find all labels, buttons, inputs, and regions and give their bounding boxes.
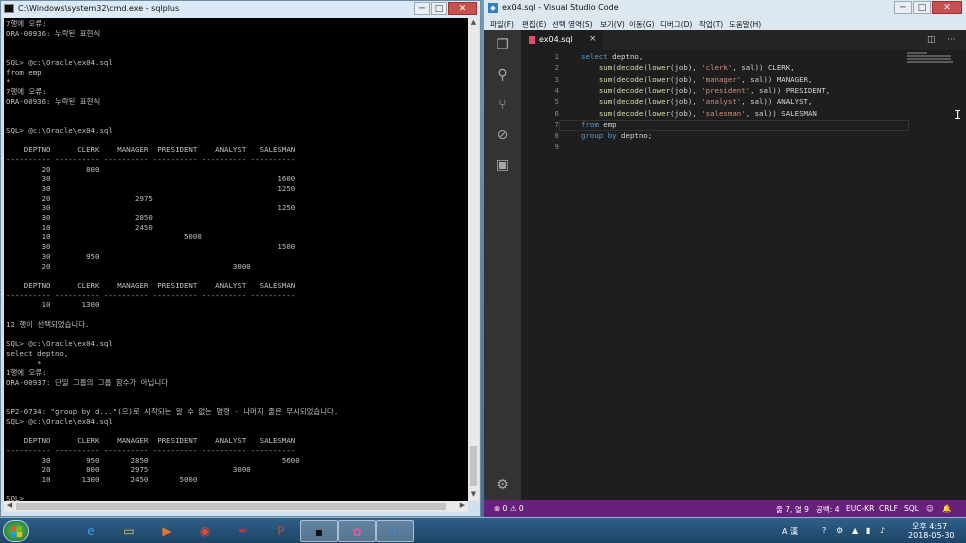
- tab-bar: ex04.sql × ◫ ···: [521, 30, 966, 50]
- cmd-vertical-scrollbar[interactable]: ▲ ▼: [468, 18, 479, 501]
- acrobat-icon[interactable]: ✒: [224, 520, 262, 542]
- system-tray: A 漢 ? ⚙ ▲ ▮ ♪ 오후 4:57 2018-05-30: [782, 520, 966, 542]
- chrome-icon[interactable]: ◉: [186, 520, 224, 542]
- menu-debug[interactable]: 디버그(D): [660, 19, 692, 30]
- status-bar: ⊗ 0 ⚠ 0 줄 7, 열 9 공백: 4 EUC-KR CRLF SQL ☺…: [484, 500, 966, 517]
- cmd-horizontal-scrollbar[interactable]: ◀ ▶: [4, 501, 468, 512]
- media-player-icon[interactable]: ▶: [148, 520, 186, 542]
- volume-icon[interactable]: ♪: [880, 526, 885, 535]
- vscode-minimize-button[interactable]: ─: [894, 1, 912, 14]
- cmd-icon[interactable]: ▪: [300, 520, 338, 542]
- code-line[interactable]: from emp: [581, 120, 617, 129]
- menu-view[interactable]: 보기(V): [600, 19, 625, 30]
- debug-icon[interactable]: ⊘: [493, 126, 512, 145]
- line-number: 9: [554, 142, 559, 152]
- extensions-icon[interactable]: ▣: [493, 156, 512, 175]
- code-line[interactable]: sum(decode(lower(job), 'analyst', sal)) …: [581, 97, 813, 106]
- settings-tray-icon[interactable]: ⚙: [836, 526, 843, 535]
- vscode-window[interactable]: ◆ ex04.sql - Visual Studio Code ─ □ ✕ 파일…: [484, 0, 966, 517]
- scroll-left-icon[interactable]: ◀: [4, 501, 15, 512]
- desktop: C:\Windows\system32\cmd.exe - sqlplus ─ …: [0, 0, 966, 543]
- line-number: 4: [554, 85, 559, 95]
- sql-file-icon: [529, 36, 535, 44]
- code-line[interactable]: sum(decode(lower(job), 'clerk', sal)) CL…: [581, 63, 795, 72]
- code-line[interactable]: sum(decode(lower(job), 'manager', sal)) …: [581, 75, 813, 84]
- line-number: 1: [554, 52, 559, 61]
- show-hidden-icons-icon[interactable]: ▲: [852, 526, 858, 535]
- network-icon[interactable]: ▮: [866, 526, 870, 535]
- line-number: 8: [554, 131, 559, 141]
- feedback-smiley-icon[interactable]: ☺: [926, 504, 934, 513]
- vscode-close-button[interactable]: ✕: [932, 1, 962, 14]
- files-icon[interactable]: ❐: [493, 36, 512, 55]
- problems-status[interactable]: ⊗ 0 ⚠ 0: [494, 504, 524, 513]
- line-number: 3: [554, 74, 559, 84]
- tab-ex04-sql[interactable]: ex04.sql ×: [521, 30, 603, 50]
- indentation-status[interactable]: 공백: 4: [816, 504, 839, 515]
- scrollbar-thumb[interactable]: [470, 446, 477, 486]
- cmd-titlebar[interactable]: C:\Windows\system32\cmd.exe - sqlplus ─ …: [1, 1, 480, 18]
- code-line[interactable]: sum(decode(lower(job), 'president', sal)…: [581, 86, 830, 95]
- line-number: 2: [554, 63, 559, 73]
- file-explorer-icon[interactable]: ▭: [110, 520, 148, 542]
- cmd-title: C:\Windows\system32\cmd.exe - sqlplus: [18, 4, 180, 13]
- vscode-icon[interactable]: ⟨⟩: [376, 520, 414, 542]
- tab-close-icon[interactable]: ×: [589, 34, 597, 44]
- line-number: 7: [554, 119, 559, 129]
- code-line[interactable]: sum(decode(lower(job), 'salesman', sal))…: [581, 109, 817, 118]
- eol-status[interactable]: CRLF: [879, 504, 898, 513]
- line-number: 5: [554, 97, 559, 107]
- tab-label: ex04.sql: [539, 35, 573, 44]
- cmd-maximize-button[interactable]: □: [431, 2, 447, 15]
- menu-go[interactable]: 이동(G): [629, 19, 654, 30]
- code-editor[interactable]: 1 234 567 89 select deptno, sum(decode(lowe…: [521, 50, 966, 500]
- encoding-status[interactable]: EUC-KR: [846, 504, 874, 513]
- search-icon[interactable]: ⚲: [493, 66, 512, 85]
- menu-file[interactable]: 파일(F): [490, 19, 514, 30]
- help-icon[interactable]: ?: [822, 526, 826, 535]
- mouse-ibeam-icon: I: [954, 108, 962, 122]
- menu-help[interactable]: 도움말(H): [729, 19, 761, 30]
- settings-gear-icon[interactable]: ⚙: [493, 476, 512, 495]
- code-line[interactable]: group by deptno;: [581, 131, 652, 140]
- source-control-icon[interactable]: ⑂: [493, 96, 512, 115]
- cmd-minimize-button[interactable]: ─: [414, 2, 430, 15]
- minimap[interactable]: [907, 52, 955, 66]
- scroll-down-icon[interactable]: ▼: [468, 490, 479, 501]
- windows-logo-icon: [11, 526, 23, 537]
- cmd-window-icon: [4, 4, 14, 13]
- ime-indicator[interactable]: A 漢: [782, 526, 798, 537]
- paint-icon[interactable]: ✿: [338, 520, 376, 542]
- more-actions-icon[interactable]: ···: [947, 35, 956, 45]
- language-mode[interactable]: SQL: [904, 504, 919, 513]
- scroll-up-icon[interactable]: ▲: [468, 18, 479, 29]
- menu-edit[interactable]: 편집(E): [522, 19, 546, 30]
- vscode-maximize-button[interactable]: □: [913, 1, 931, 14]
- cmd-window[interactable]: C:\Windows\system32\cmd.exe - sqlplus ─ …: [0, 0, 481, 517]
- activity-bar: ❐ ⚲ ⑂ ⊘ ▣ ⚙: [484, 30, 521, 500]
- scroll-right-icon[interactable]: ▶: [457, 501, 468, 512]
- line-number-gutter: 1 234 567 89: [521, 50, 559, 500]
- line-number: 6: [554, 108, 559, 118]
- vscode-title: ex04.sql - Visual Studio Code: [502, 3, 619, 12]
- code-line[interactable]: select deptno,: [581, 52, 643, 61]
- scrollbar-thumb[interactable]: [16, 503, 446, 510]
- console-text: 7행에 오류: ORA-00936: 누락된 표현식 SQL> @c:\Orac…: [6, 19, 339, 501]
- menu-bar: 파일(F) 편집(E) 선택 영역(S) 보기(V) 이동(G) 디버그(D) …: [484, 17, 966, 30]
- vscode-titlebar[interactable]: ◆ ex04.sql - Visual Studio Code ─ □ ✕: [484, 0, 966, 17]
- start-button[interactable]: [3, 520, 29, 542]
- menu-selection[interactable]: 선택 영역(S): [552, 19, 593, 30]
- console-output[interactable]: 7행에 오류: ORA-00936: 누락된 표현식 SQL> @c:\Orac…: [4, 18, 468, 501]
- clock-date[interactable]: 2018-05-30: [908, 531, 955, 540]
- cursor-position[interactable]: 줄 7, 열 9: [776, 504, 809, 515]
- powerpoint-icon[interactable]: P: [262, 520, 300, 542]
- menu-tasks[interactable]: 작업(T): [699, 19, 723, 30]
- internet-explorer-icon[interactable]: e: [72, 520, 110, 542]
- cmd-close-button[interactable]: ✕: [448, 2, 477, 15]
- vscode-window-icon: ◆: [488, 3, 498, 13]
- notifications-bell-icon[interactable]: 🔔: [942, 504, 951, 513]
- taskbar: e ▭ ▶ ◉ ✒ P ▪ ✿ ⟨⟩ A 漢 ? ⚙ ▲ ▮ ♪ 오후 4:57 2018-05…: [0, 517, 966, 543]
- split-editor-icon[interactable]: ◫: [927, 35, 936, 45]
